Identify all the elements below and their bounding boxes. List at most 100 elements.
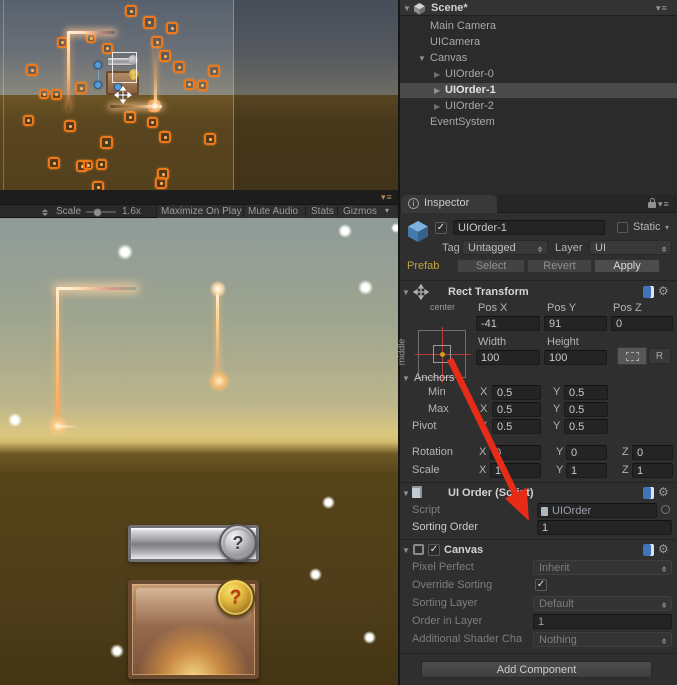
- rot-y-axis-label: Y: [556, 446, 563, 458]
- static-checkbox[interactable]: [617, 222, 628, 233]
- canvas-gear-icon[interactable]: ⚙: [658, 542, 669, 556]
- scene-particle: [26, 64, 38, 76]
- ui-order-foldout-icon[interactable]: ▼: [402, 489, 410, 498]
- rect-transform-foldout-icon[interactable]: ▼: [402, 288, 410, 297]
- silver-question-label: ?: [221, 526, 255, 560]
- rotation-z-field[interactable]: 0: [632, 445, 673, 460]
- max-y-axis-label: Y: [553, 403, 560, 415]
- inspector-body: ✓ Static ▾ Tag Untagged Layer UI Prefab …: [400, 213, 677, 685]
- gizmos-button[interactable]: Gizmos: [343, 206, 377, 217]
- rotation-y-field[interactable]: 0: [566, 445, 607, 460]
- hierarchy-item-canvas[interactable]: ▼ Canvas: [400, 51, 677, 66]
- sorting-layer-dropdown[interactable]: Default: [533, 596, 672, 611]
- prefab-apply-button[interactable]: Apply: [594, 259, 660, 273]
- active-checkbox[interactable]: ✓: [435, 222, 447, 234]
- hierarchy-item-main-camera[interactable]: Main Camera: [400, 19, 677, 34]
- uiorder0-foldout-icon[interactable]: ▶: [434, 70, 440, 79]
- uiorder2-foldout-icon[interactable]: ▶: [434, 102, 440, 111]
- prefab-revert-button[interactable]: Revert: [527, 259, 592, 273]
- scale-z-field[interactable]: 1: [632, 463, 673, 478]
- unity-editor-window: ▾≡ Scale 1.6x Maximize On Play Mute Audi…: [0, 0, 677, 685]
- stats-button[interactable]: Stats: [311, 206, 334, 217]
- scale-slider-knob[interactable]: [93, 208, 102, 217]
- game-particle: [363, 631, 376, 644]
- scene-particle: [83, 160, 93, 170]
- ui-order-help-icon[interactable]: [643, 487, 654, 499]
- hierarchy-item-uiorder-0[interactable]: ▶ UIOrder-0: [400, 67, 677, 82]
- tag-dropdown[interactable]: Untagged: [462, 240, 548, 255]
- max-y-field[interactable]: 0.5: [564, 402, 608, 417]
- canvas-help-icon[interactable]: [643, 544, 654, 556]
- canvas-enabled-checkbox[interactable]: ✓: [428, 544, 440, 556]
- inspector-menu-icon[interactable]: ▾≡: [658, 199, 670, 210]
- game-toolbar: Scale 1.6x Maximize On Play Mute Audio S…: [0, 204, 398, 218]
- pos-x-field[interactable]: -41: [476, 316, 540, 331]
- raw-edit-mode-button[interactable]: R: [648, 348, 671, 364]
- scene-foldout-icon[interactable]: ▼: [403, 4, 411, 13]
- rotation-x-field[interactable]: 0: [490, 445, 541, 460]
- anchors-foldout-icon[interactable]: ▼: [402, 374, 410, 383]
- hierarchy-menu-icon[interactable]: ▾≡: [656, 3, 668, 14]
- pixel-perfect-dropdown[interactable]: Inherit: [533, 560, 672, 575]
- additional-shader-channels-dropdown[interactable]: Nothing: [533, 632, 672, 647]
- additional-shader-channels-label: Additional Shader Cha: [412, 633, 532, 645]
- pivot-y-field[interactable]: 0.5: [564, 419, 608, 434]
- ui-order-gear-icon[interactable]: ⚙: [658, 485, 669, 499]
- static-dropdown-icon[interactable]: ▾: [665, 223, 669, 232]
- rect-transform-gear-icon[interactable]: ⚙: [658, 284, 669, 298]
- silver-help-button[interactable]: ?: [219, 524, 257, 562]
- object-picker-icon[interactable]: [661, 505, 670, 514]
- pos-y-field[interactable]: 91: [544, 316, 607, 331]
- inspector-tab[interactable]: i Inspector: [401, 195, 497, 213]
- scene-particle: [159, 131, 171, 143]
- min-y-field[interactable]: 0.5: [564, 385, 608, 400]
- hierarchy-item-uicamera[interactable]: UICamera: [400, 35, 677, 50]
- scene-frame-glow-right: [154, 41, 157, 105]
- hierarchy-item-uiorder-1[interactable]: ▶ UIOrder-1: [400, 83, 677, 98]
- gizmo-handle[interactable]: [94, 81, 102, 89]
- width-field[interactable]: 100: [476, 350, 540, 365]
- min-x-field[interactable]: 0.5: [492, 385, 541, 400]
- game-particle: [358, 280, 373, 295]
- scale-y-field[interactable]: 1: [566, 463, 607, 478]
- scene-particle: [57, 37, 68, 48]
- anchor-preset-widget[interactable]: [418, 330, 466, 378]
- gizmo-handle[interactable]: [94, 61, 102, 69]
- prefab-select-button[interactable]: Select: [457, 259, 525, 273]
- mute-audio-button[interactable]: Mute Audio: [248, 206, 298, 217]
- unity-scene-icon: [413, 2, 426, 15]
- scene-view[interactable]: [0, 0, 398, 190]
- hierarchy-item-eventsystem[interactable]: EventSystem: [400, 115, 677, 130]
- layer-label: Layer: [555, 242, 583, 254]
- hierarchy-item-uiorder-2[interactable]: ▶ UIOrder-2: [400, 99, 677, 114]
- scene-particle: [166, 22, 178, 34]
- max-x-field[interactable]: 0.5: [492, 402, 541, 417]
- order-in-layer-field[interactable]: 1: [533, 614, 672, 629]
- game-panel-menu-icon[interactable]: ▾≡: [381, 192, 393, 203]
- gold-help-button[interactable]: ?: [216, 578, 255, 617]
- canvas-foldout-icon[interactable]: ▼: [418, 54, 426, 63]
- game-view-header-strip: ▾≡: [0, 190, 398, 204]
- name-field[interactable]: [453, 220, 605, 235]
- rect-transform-help-icon[interactable]: [643, 286, 654, 298]
- scene-particle: [86, 33, 96, 43]
- scene-particle: [147, 117, 158, 128]
- layer-dropdown[interactable]: UI: [589, 240, 672, 255]
- gizmos-dropdown-icon[interactable]: ▾: [385, 206, 389, 215]
- game-view[interactable]: ? ?: [0, 218, 398, 685]
- canvas-component-foldout-icon[interactable]: ▼: [402, 546, 410, 555]
- blueprint-mode-button[interactable]: [617, 347, 647, 365]
- pivot-x-field[interactable]: 0.5: [492, 419, 541, 434]
- script-reference-field[interactable]: UIOrder: [537, 503, 657, 518]
- maximize-on-play-button[interactable]: Maximize On Play: [161, 206, 242, 217]
- add-component-button[interactable]: Add Component: [421, 661, 652, 678]
- right-panel: ▼ Scene* ▾≡ Main Camera UICamera ▼ Canva…: [400, 0, 677, 685]
- uiorder1-foldout-icon[interactable]: ▶: [434, 86, 440, 95]
- pos-z-field[interactable]: 0: [611, 316, 673, 331]
- override-sorting-checkbox[interactable]: ✓: [535, 579, 547, 591]
- pivot-x-axis-label: X: [480, 420, 487, 432]
- scale-x-field[interactable]: 1: [490, 463, 541, 478]
- aspect-dropdown-stepper-icon[interactable]: [42, 206, 49, 216]
- height-field[interactable]: 100: [544, 350, 607, 365]
- sorting-order-field[interactable]: 1: [537, 520, 672, 535]
